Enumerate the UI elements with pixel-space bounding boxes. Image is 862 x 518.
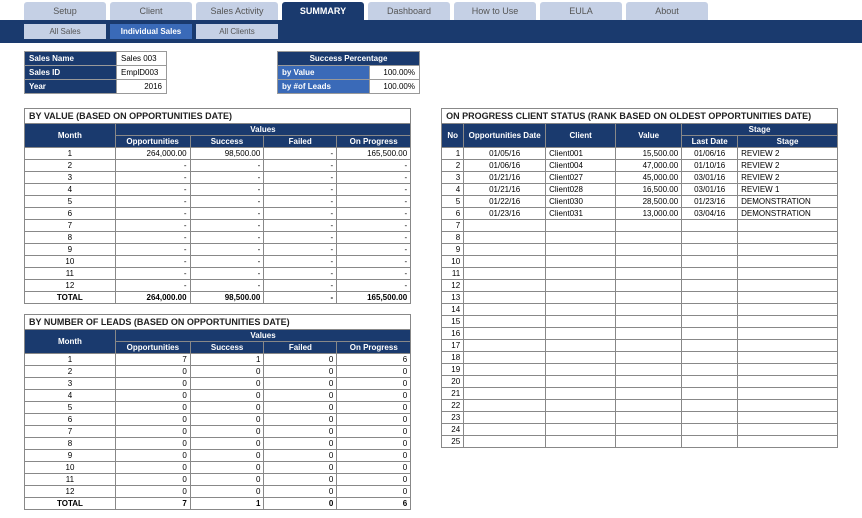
table-row: 20	[442, 376, 838, 388]
table-row: 14	[442, 304, 838, 316]
table-row: 4----	[25, 184, 411, 196]
by-value-label: by Value	[278, 66, 370, 80]
table-row: 8	[442, 232, 838, 244]
sales-id-label: Sales ID	[25, 66, 117, 80]
succ-pct-label: Success Percentage	[278, 52, 420, 66]
table-row: 16	[442, 328, 838, 340]
table-row: 11	[442, 268, 838, 280]
table-row: 9----	[25, 244, 411, 256]
table-row: 7----	[25, 220, 411, 232]
table-row: 601/23/16Client03113,000.0003/04/16DEMON…	[442, 208, 838, 220]
sales-name-label: Sales Name	[25, 52, 117, 66]
table-row: 2----	[25, 160, 411, 172]
table-row: 30000	[25, 378, 411, 390]
table-row: 15	[442, 316, 838, 328]
table-row: 401/21/16Client02816,500.0003/01/16REVIE…	[442, 184, 838, 196]
sales-name-value: Sales 003	[117, 52, 167, 66]
table-row: 6----	[25, 208, 411, 220]
year-label: Year	[25, 80, 117, 94]
table-row: 1264,000.0098,500.00-165,500.00	[25, 148, 411, 160]
success-pct: Success Percentage by Value100.00% by #o…	[277, 51, 420, 94]
table-row: 101/05/16Client00115,500.0001/06/16REVIE…	[442, 148, 838, 160]
tab-how-to-use[interactable]: How to Use	[454, 2, 536, 20]
by-leads-label: by #of Leads	[278, 80, 370, 94]
table-row: 70000	[25, 426, 411, 438]
table-row: 40000	[25, 390, 411, 402]
table-row: 5----	[25, 196, 411, 208]
table-row: 201/06/16Client00447,000.0001/10/16REVIE…	[442, 160, 838, 172]
tab-eula[interactable]: EULA	[540, 2, 622, 20]
by-leads-pct: 100.00%	[370, 80, 420, 94]
table-row: 50000	[25, 402, 411, 414]
tab-sales-activity[interactable]: Sales Activity	[196, 2, 278, 20]
subtab-all-sales[interactable]: All Sales	[24, 24, 106, 39]
table-total-row: TOTAL7106	[25, 498, 411, 510]
table-row: 110000	[25, 474, 411, 486]
by-value-title: BY VALUE (BASED ON OPPORTUNITIES DATE)	[24, 108, 411, 123]
tab-setup[interactable]: Setup	[24, 2, 106, 20]
table-row: 12	[442, 280, 838, 292]
table-row: 25	[442, 436, 838, 448]
table-row: 11----	[25, 268, 411, 280]
table-row: 8----	[25, 232, 411, 244]
year-value: 2016	[117, 80, 167, 94]
table-row: 3----	[25, 172, 411, 184]
table-row: 301/21/16Client02745,000.0003/01/16REVIE…	[442, 172, 838, 184]
by-value-table: MonthValuesOpportunitiesSuccessFailedOn …	[24, 123, 411, 304]
by-leads-table: MonthValuesOpportunitiesSuccessFailedOn …	[24, 329, 411, 510]
table-row: 7	[442, 220, 838, 232]
sales-id-value: EmplD003	[117, 66, 167, 80]
table-row: 120000	[25, 486, 411, 498]
table-row: 501/22/16Client03028,500.0001/23/16DEMON…	[442, 196, 838, 208]
table-row: 18	[442, 352, 838, 364]
by-value-pct: 100.00%	[370, 66, 420, 80]
table-row: 20000	[25, 366, 411, 378]
table-row: 21	[442, 388, 838, 400]
table-row: 9	[442, 244, 838, 256]
table-row: 17	[442, 340, 838, 352]
tab-dashboard[interactable]: Dashboard	[368, 2, 450, 20]
table-row: 19	[442, 364, 838, 376]
progress-table: NoOpportunities DateClientValueStageLast…	[441, 123, 838, 448]
tab-summary[interactable]: SUMMARY	[282, 2, 364, 20]
table-row: 17106	[25, 354, 411, 366]
subtab-all-clients[interactable]: All Clients	[196, 24, 278, 39]
table-row: 80000	[25, 438, 411, 450]
table-row: 10	[442, 256, 838, 268]
table-total-row: TOTAL264,000.0098,500.00-165,500.00	[25, 292, 411, 304]
sales-info: Sales NameSales 003 Sales IDEmplD003 Yea…	[24, 51, 167, 94]
subtab-individual-sales[interactable]: Individual Sales	[110, 24, 192, 39]
table-row: 90000	[25, 450, 411, 462]
by-leads-title: BY NUMBER OF LEADS (BASED ON OPPORTUNITI…	[24, 314, 411, 329]
tab-client[interactable]: Client	[110, 2, 192, 20]
table-row: 60000	[25, 414, 411, 426]
table-row: 10----	[25, 256, 411, 268]
table-row: 23	[442, 412, 838, 424]
progress-title: ON PROGRESS CLIENT STATUS (RANK BASED ON…	[441, 108, 838, 123]
table-row: 12----	[25, 280, 411, 292]
table-row: 13	[442, 292, 838, 304]
table-row: 100000	[25, 462, 411, 474]
table-row: 22	[442, 400, 838, 412]
tab-about[interactable]: About	[626, 2, 708, 20]
table-row: 24	[442, 424, 838, 436]
